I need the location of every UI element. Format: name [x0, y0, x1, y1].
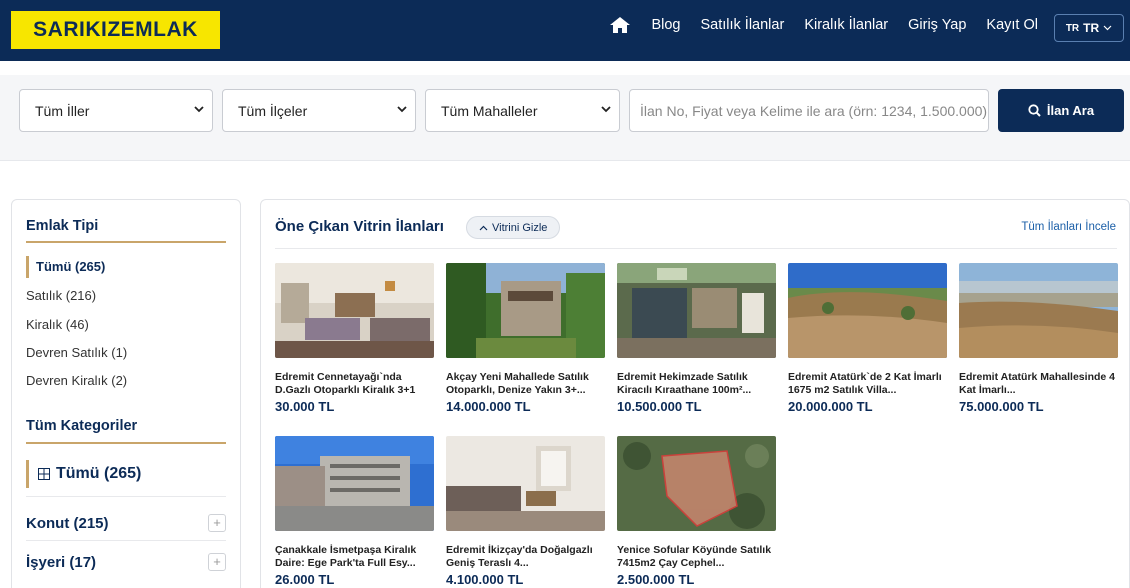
site-logo[interactable]: SARIKIZEMLAK: [11, 11, 220, 49]
listing-card[interactable]: Akçay Yeni Mahallede Satılık Otoparklı, …: [446, 263, 605, 414]
chevron-down-icon: [194, 106, 204, 113]
categories-heading: Tüm Kategoriler: [26, 418, 138, 434]
neighborhood-value: Tüm Mahalleler: [441, 102, 538, 119]
grid-icon: [38, 468, 50, 480]
district-select[interactable]: Tüm İlçeler: [222, 89, 416, 132]
province-select[interactable]: Tüm İller: [19, 89, 213, 132]
listing-title[interactable]: Edremit Atatürk`de 2 Kat İmarlı 1675 m2 …: [788, 371, 947, 396]
nav-register[interactable]: Kayıt Ol: [986, 17, 1038, 33]
type-transfer-sale[interactable]: Devren Satılık (1): [26, 345, 127, 360]
listing-card[interactable]: Yenice Sofular Köyünde Satılık 7415m2 Ça…: [617, 436, 776, 587]
listing-price: 20.000.000 TL: [788, 399, 873, 414]
listing-card[interactable]: Edremit İkizçay'da Doğalgazlı Geniş Tera…: [446, 436, 605, 587]
heading-underline: [26, 442, 226, 444]
listing-title[interactable]: Edremit Atatürk Mahallesinde 4 Kat İmarl…: [959, 371, 1118, 396]
listing-price: 30.000 TL: [275, 399, 335, 414]
flag-icon: TR: [1065, 22, 1080, 34]
search-button[interactable]: İlan Ara: [998, 89, 1124, 132]
divider: [26, 540, 226, 541]
nav-for-sale[interactable]: Satılık İlanlar: [700, 17, 784, 33]
listing-price: 2.500.000 TL: [617, 572, 695, 587]
featured-title: Öne Çıkan Vitrin İlanları: [275, 218, 444, 235]
filter-sidebar: Emlak Tipi Tümü (265) Satılık (216) Kira…: [11, 199, 241, 588]
listing-photo[interactable]: [275, 263, 434, 358]
divider: [26, 496, 226, 497]
search-bar: Tüm İller Tüm İlçeler Tüm Mahalleler İla…: [0, 75, 1130, 161]
listing-photo[interactable]: [446, 263, 605, 358]
listing-card[interactable]: Çanakkale İsmetpaşa Kiralık Daire: Ege P…: [275, 436, 434, 587]
listing-price: 75.000.000 TL: [959, 399, 1044, 414]
hide-showcase-button[interactable]: Vitrini Gizle: [466, 216, 561, 239]
chevron-down-icon: [1103, 25, 1112, 31]
nav-blog[interactable]: Blog: [651, 17, 680, 33]
listing-price: 26.000 TL: [275, 572, 335, 587]
type-for-sale[interactable]: Satılık (216): [26, 288, 96, 303]
listing-photo[interactable]: [275, 436, 434, 531]
chevron-up-icon: [479, 225, 488, 230]
view-all-link[interactable]: Tüm İlanları İncele: [1021, 221, 1116, 233]
home-icon[interactable]: [609, 16, 631, 34]
listing-title[interactable]: Çanakkale İsmetpaşa Kiralık Daire: Ege P…: [275, 544, 434, 569]
listing-title[interactable]: Edremit İkizçay'da Doğalgazlı Geniş Tera…: [446, 544, 605, 569]
listing-card[interactable]: Edremit Cennetayağı`nda D.Gazlı Otoparkl…: [275, 263, 434, 414]
province-value: Tüm İller: [35, 102, 90, 119]
nav-login[interactable]: Giriş Yap: [908, 17, 966, 33]
listing-title[interactable]: Edremit Hekimzade Satılık Kiracılı Kıraa…: [617, 371, 776, 396]
listing-price: 4.100.000 TL: [446, 572, 524, 587]
hide-showcase-label: Vitrini Gizle: [492, 221, 548, 234]
heading-underline: [26, 241, 226, 243]
category-commercial[interactable]: İşyeri (17) +: [26, 553, 226, 571]
listing-title[interactable]: Yenice Sofular Köyünde Satılık 7415m2 Ça…: [617, 544, 776, 569]
nav-for-rent[interactable]: Kiralık İlanlar: [804, 17, 888, 33]
listing-photo[interactable]: [446, 436, 605, 531]
search-placeholder: İlan No, Fiyat veya Kelime ile ara (örn:…: [640, 102, 988, 119]
listing-card[interactable]: Edremit Atatürk Mahallesinde 4 Kat İmarl…: [959, 263, 1118, 414]
neighborhood-select[interactable]: Tüm Mahalleler: [425, 89, 620, 132]
type-for-rent[interactable]: Kiralık (46): [26, 317, 89, 332]
chevron-down-icon: [397, 106, 407, 113]
featured-listings-panel: Öne Çıkan Vitrin İlanları Vitrini Gizle …: [260, 199, 1130, 588]
type-transfer-rent[interactable]: Devren Kiralık (2): [26, 373, 127, 388]
listing-photo[interactable]: [788, 263, 947, 358]
category-all-label: Tümü (265): [56, 465, 142, 482]
listing-price: 14.000.000 TL: [446, 399, 531, 414]
category-label: Konut (215): [26, 515, 109, 532]
listing-price: 10.500.000 TL: [617, 399, 702, 414]
property-type-heading: Emlak Tipi: [26, 218, 99, 234]
expand-icon[interactable]: +: [208, 553, 226, 571]
top-navbar: SARIKIZEMLAK Blog Satılık İlanlar Kiralı…: [0, 0, 1130, 61]
search-icon: [1028, 104, 1041, 117]
listing-card[interactable]: Edremit Hekimzade Satılık Kiracılı Kıraa…: [617, 263, 776, 414]
listing-photo[interactable]: [617, 263, 776, 358]
listing-photo[interactable]: [959, 263, 1118, 358]
category-residential[interactable]: Konut (215) +: [26, 514, 226, 532]
language-label: TR: [1083, 21, 1100, 35]
category-all[interactable]: Tümü (265): [26, 460, 141, 488]
search-input[interactable]: İlan No, Fiyat veya Kelime ile ara (örn:…: [629, 89, 989, 132]
listing-title[interactable]: Akçay Yeni Mahallede Satılık Otoparklı, …: [446, 371, 605, 396]
expand-icon[interactable]: +: [208, 514, 226, 532]
divider: [275, 248, 1117, 249]
main-nav: Blog Satılık İlanlar Kiralık İlanlar Gir…: [609, 0, 1038, 50]
listing-card[interactable]: Edremit Atatürk`de 2 Kat İmarlı 1675 m2 …: [788, 263, 947, 414]
listing-photo[interactable]: [617, 436, 776, 531]
listing-title[interactable]: Edremit Cennetayağı`nda D.Gazlı Otoparkl…: [275, 371, 434, 396]
chevron-down-icon: [601, 106, 611, 113]
category-label: İşyeri (17): [26, 554, 97, 571]
type-all[interactable]: Tümü (265): [26, 256, 105, 278]
district-value: Tüm İlçeler: [238, 102, 308, 119]
language-switcher[interactable]: TR TR: [1054, 14, 1124, 42]
search-button-label: İlan Ara: [1046, 103, 1095, 118]
